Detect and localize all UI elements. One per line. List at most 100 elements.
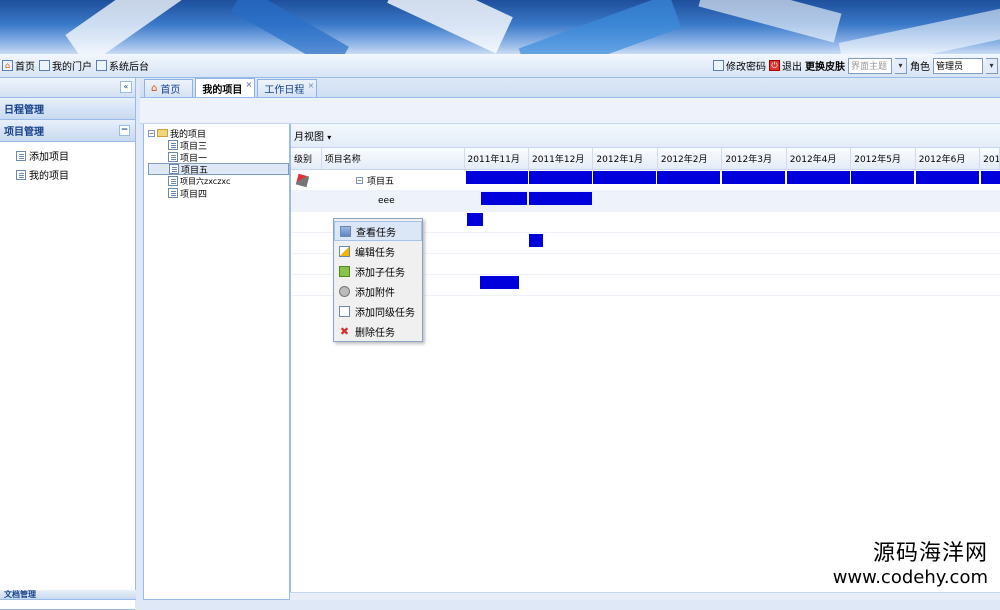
watermark-title: 源码海洋网 — [872, 541, 988, 566]
gantt-row[interactable]: − 项目五 — [291, 170, 1000, 191]
close-icon[interactable]: × — [246, 80, 253, 89]
month-header: 2011年11月 — [465, 148, 529, 169]
portal-icon — [39, 60, 50, 71]
tab-my-projects[interactable]: 我的项目 × — [195, 78, 256, 97]
menu-item-add-sibling-task[interactable]: 添加同级任务 — [334, 301, 422, 321]
document-icon — [168, 152, 178, 162]
gantt-header: 级别 项目名称 2011年11月 2011年12月 2012年1月 2012年2… — [291, 148, 1000, 170]
menu-my-projects[interactable]: 我的项目 — [0, 165, 135, 184]
tree-root[interactable]: − 我的项目 — [148, 127, 289, 140]
change-password-link[interactable]: 修改密码 — [713, 58, 766, 73]
change-skin-label: 更换皮肤 — [805, 62, 845, 73]
logout-link[interactable]: ⏻ 退出 — [769, 58, 802, 73]
collapse-toggle-icon[interactable]: − — [356, 176, 363, 184]
my-portal-link[interactable]: 我的门户 — [39, 58, 92, 73]
skin-dropdown-icon[interactable]: ▾ — [895, 57, 907, 74]
role-select[interactable]: 管理员 — [933, 57, 983, 74]
task-bar[interactable] — [480, 276, 519, 289]
add-subtask-icon — [339, 265, 350, 277]
tree-item[interactable]: 项目三 — [148, 139, 289, 152]
tree-item[interactable]: 项目四 — [148, 187, 289, 200]
system-admin-link[interactable]: 系统后台 — [96, 58, 149, 73]
task-bar[interactable] — [722, 171, 785, 184]
document-icon — [16, 150, 26, 161]
month-header: 2012年2月 — [658, 148, 723, 169]
home-link[interactable]: ⌂ 首页 — [2, 58, 35, 73]
folder-icon — [157, 129, 168, 137]
edit-task-icon — [339, 245, 350, 257]
project-tree: − 我的项目 项目三 项目一 项目五 项目六zxczxc 项目四 — [143, 124, 290, 600]
top-toolbar: ⌂ 首页 我的门户 系统后台 修改密码 ⏻ 退出 更换皮肤 界面主题 ▾ 角色 管理… — [0, 54, 1000, 78]
attachment-icon — [339, 285, 350, 297]
tab-home[interactable]: ⌂ 首页 — [144, 79, 194, 97]
menu-item-edit-task[interactable]: 编辑任务 — [334, 241, 422, 261]
project-menu: 添加项目 我的项目 — [0, 142, 135, 610]
left-nav-panel: « 日程管理 项目管理 − 添加项目 我的项目 文档管理 — [0, 78, 136, 610]
task-context-menu: 查看任务 编辑任务 添加子任务 添加附件 添加同级任务 ✖ 删除任务 — [333, 218, 423, 342]
section-documents[interactable]: 文档管理 — [0, 590, 136, 600]
collapse-left-icon[interactable]: « — [120, 81, 132, 93]
column-header-level[interactable]: 级别 — [291, 148, 322, 169]
key-icon — [713, 60, 724, 71]
pin-icon — [295, 173, 310, 187]
role-dropdown-icon[interactable]: ▾ — [986, 57, 998, 74]
gantt-row[interactable]: eee — [291, 191, 1000, 212]
watermark-url: www.codehy.com — [832, 567, 988, 588]
close-icon[interactable]: × — [308, 81, 315, 90]
view-mode-dropdown[interactable]: 月视图 ▾ — [294, 128, 331, 143]
role-label: 角色 — [910, 62, 930, 73]
tab-work-schedule[interactable]: 工作日程 × — [257, 79, 318, 97]
home-icon: ⌂ — [151, 83, 158, 94]
menu-item-add-subtask[interactable]: 添加子任务 — [334, 261, 422, 281]
dropdown-arrow-icon: ▾ — [327, 133, 332, 142]
collapse-section-icon[interactable]: − — [119, 125, 130, 136]
section-project[interactable]: 项目管理 − — [0, 120, 135, 142]
horizontal-scrollbar[interactable] — [290, 592, 1000, 600]
month-header: 2012年1月 — [593, 148, 658, 169]
tree-item[interactable]: 项目六zxczxc — [148, 175, 289, 187]
tab-strip: ⌂ 首页 我的项目 × 工作日程 × — [140, 78, 1000, 98]
document-icon — [169, 164, 179, 174]
month-header: 2012年3月 — [722, 148, 787, 169]
menu-item-view-task[interactable]: 查看任务 — [334, 221, 422, 241]
task-bar[interactable] — [981, 171, 1000, 184]
collapse-toggle-icon[interactable]: − — [148, 129, 155, 137]
add-sibling-task-icon — [339, 305, 350, 317]
home-icon: ⌂ — [2, 60, 13, 71]
watermark: 源码海洋网 www.codehy.com — [828, 533, 992, 590]
task-bar[interactable] — [529, 234, 543, 247]
task-bar[interactable] — [481, 192, 527, 205]
month-header: 2012年7月 — [980, 148, 1000, 169]
month-header: 2012年5月 — [851, 148, 916, 169]
task-bar[interactable] — [851, 171, 914, 184]
admin-icon — [96, 60, 107, 71]
task-bar[interactable] — [529, 192, 592, 205]
document-icon — [168, 140, 178, 150]
content-subheader — [140, 98, 1000, 124]
month-header: 2012年6月 — [916, 148, 981, 169]
left-panel-header: « — [0, 78, 135, 98]
tree-item[interactable]: 项目一 — [148, 151, 289, 164]
task-bar[interactable] — [467, 213, 483, 226]
header-banner — [0, 0, 1000, 54]
menu-item-add-attachment[interactable]: 添加附件 — [334, 281, 422, 301]
section-schedule[interactable]: 日程管理 — [0, 98, 135, 120]
delete-task-icon: ✖ — [339, 324, 350, 338]
task-bar[interactable] — [657, 171, 720, 184]
tree-item-selected[interactable]: 项目五 — [148, 163, 289, 176]
task-bar[interactable] — [593, 171, 656, 184]
document-icon — [168, 176, 178, 186]
task-bar[interactable] — [529, 171, 592, 184]
task-bar[interactable] — [916, 171, 979, 184]
menu-add-project[interactable]: 添加项目 — [0, 146, 135, 165]
task-bar[interactable] — [787, 171, 850, 184]
menu-item-delete-task[interactable]: ✖ 删除任务 — [334, 321, 422, 341]
column-header-name[interactable]: 项目名称 — [322, 148, 465, 169]
task-bar[interactable] — [466, 171, 528, 184]
document-icon — [16, 169, 26, 180]
gantt-toolbar: 月视图 ▾ — [291, 124, 1000, 148]
skin-select[interactable]: 界面主题 — [848, 57, 892, 74]
view-task-icon — [340, 225, 351, 237]
logout-icon: ⏻ — [769, 60, 780, 71]
document-icon — [168, 188, 178, 198]
